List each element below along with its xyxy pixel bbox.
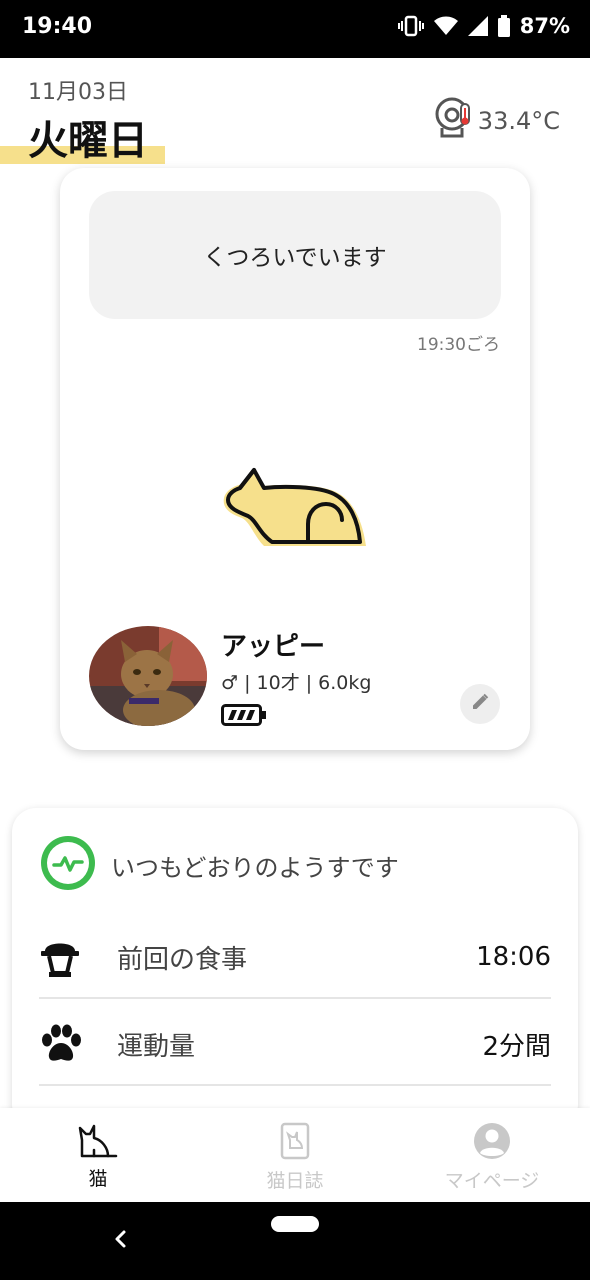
nav-label: マイページ xyxy=(444,1170,540,1192)
health-summary-text: いつもどおりのようすです xyxy=(111,853,399,882)
daily-summary-card: いつもどおりのようすです 前回の食事 18:06 運動量 2分間 xyxy=(12,808,578,1128)
weekday-text: 火曜日 xyxy=(28,118,148,164)
status-icons: 87% xyxy=(397,14,570,38)
row-value: 18:06 xyxy=(476,942,551,972)
status-message-bubble: くつろいでいます xyxy=(89,191,501,319)
diary-icon xyxy=(278,1122,312,1164)
bottom-navigation: 猫 猫日誌 マイページ xyxy=(0,1108,590,1202)
temperature-value: 33.4°C xyxy=(477,107,560,135)
cat-status-card: くつろいでいます 19:30ごろ アッピー ♂ | 10才 | 6.0kg xyxy=(60,168,530,750)
battery-percent: 87% xyxy=(519,14,570,38)
status-time: 19:40 xyxy=(22,14,93,39)
pet-info: ♂ | 10才 | 6.0kg xyxy=(221,672,372,694)
heartbeat-icon xyxy=(39,834,97,896)
thermometer-camera-icon xyxy=(434,96,474,146)
row-label: 前回の食事 xyxy=(117,944,248,975)
divider xyxy=(39,997,551,999)
lying-cat-illustration xyxy=(220,462,370,556)
row-label: 運動量 xyxy=(117,1031,196,1062)
nav-item-my-page[interactable]: マイページ xyxy=(394,1122,590,1193)
back-button[interactable] xyxy=(110,1226,130,1256)
food-bowl-icon xyxy=(39,935,95,979)
device-battery-icon xyxy=(221,704,267,730)
nav-item-cat-diary[interactable]: 猫日誌 xyxy=(197,1122,393,1193)
row-value: 2分間 xyxy=(482,1031,551,1062)
pet-name: アッピー xyxy=(221,632,326,662)
status-time-label: 19:30ごろ xyxy=(417,335,500,355)
paw-icon xyxy=(39,1024,95,1064)
list-item-activity[interactable]: 運動量 2分間 xyxy=(39,1001,551,1087)
battery-icon xyxy=(497,15,510,37)
health-summary[interactable]: いつもどおりのようすです xyxy=(39,834,399,896)
signal-icon xyxy=(467,16,488,36)
edit-button[interactable] xyxy=(460,684,500,724)
nav-label: 猫日誌 xyxy=(266,1170,324,1192)
nav-label: 猫 xyxy=(88,1168,108,1190)
nav-item-cat[interactable]: 猫 xyxy=(0,1122,196,1191)
status-message: くつろいでいます xyxy=(203,245,387,271)
account-icon xyxy=(473,1122,511,1164)
back-chevron-icon xyxy=(110,1230,130,1256)
list-item-last-meal[interactable]: 前回の食事 18:06 xyxy=(39,914,551,1000)
home-pill-button[interactable] xyxy=(271,1216,319,1232)
divider xyxy=(39,1084,551,1086)
vibrate-icon xyxy=(397,15,424,37)
status-bar: 19:40 87% xyxy=(0,0,590,58)
system-navigation-bar xyxy=(0,1202,590,1280)
temperature-display[interactable]: 33.4°C xyxy=(434,96,560,146)
pencil-icon xyxy=(471,693,489,715)
date-label: 11月03日 xyxy=(28,80,128,105)
wifi-icon xyxy=(433,16,458,36)
weekday-heading: 火曜日 xyxy=(0,108,165,166)
cat-icon xyxy=(78,1122,118,1162)
cat-avatar-photo[interactable] xyxy=(89,626,207,726)
